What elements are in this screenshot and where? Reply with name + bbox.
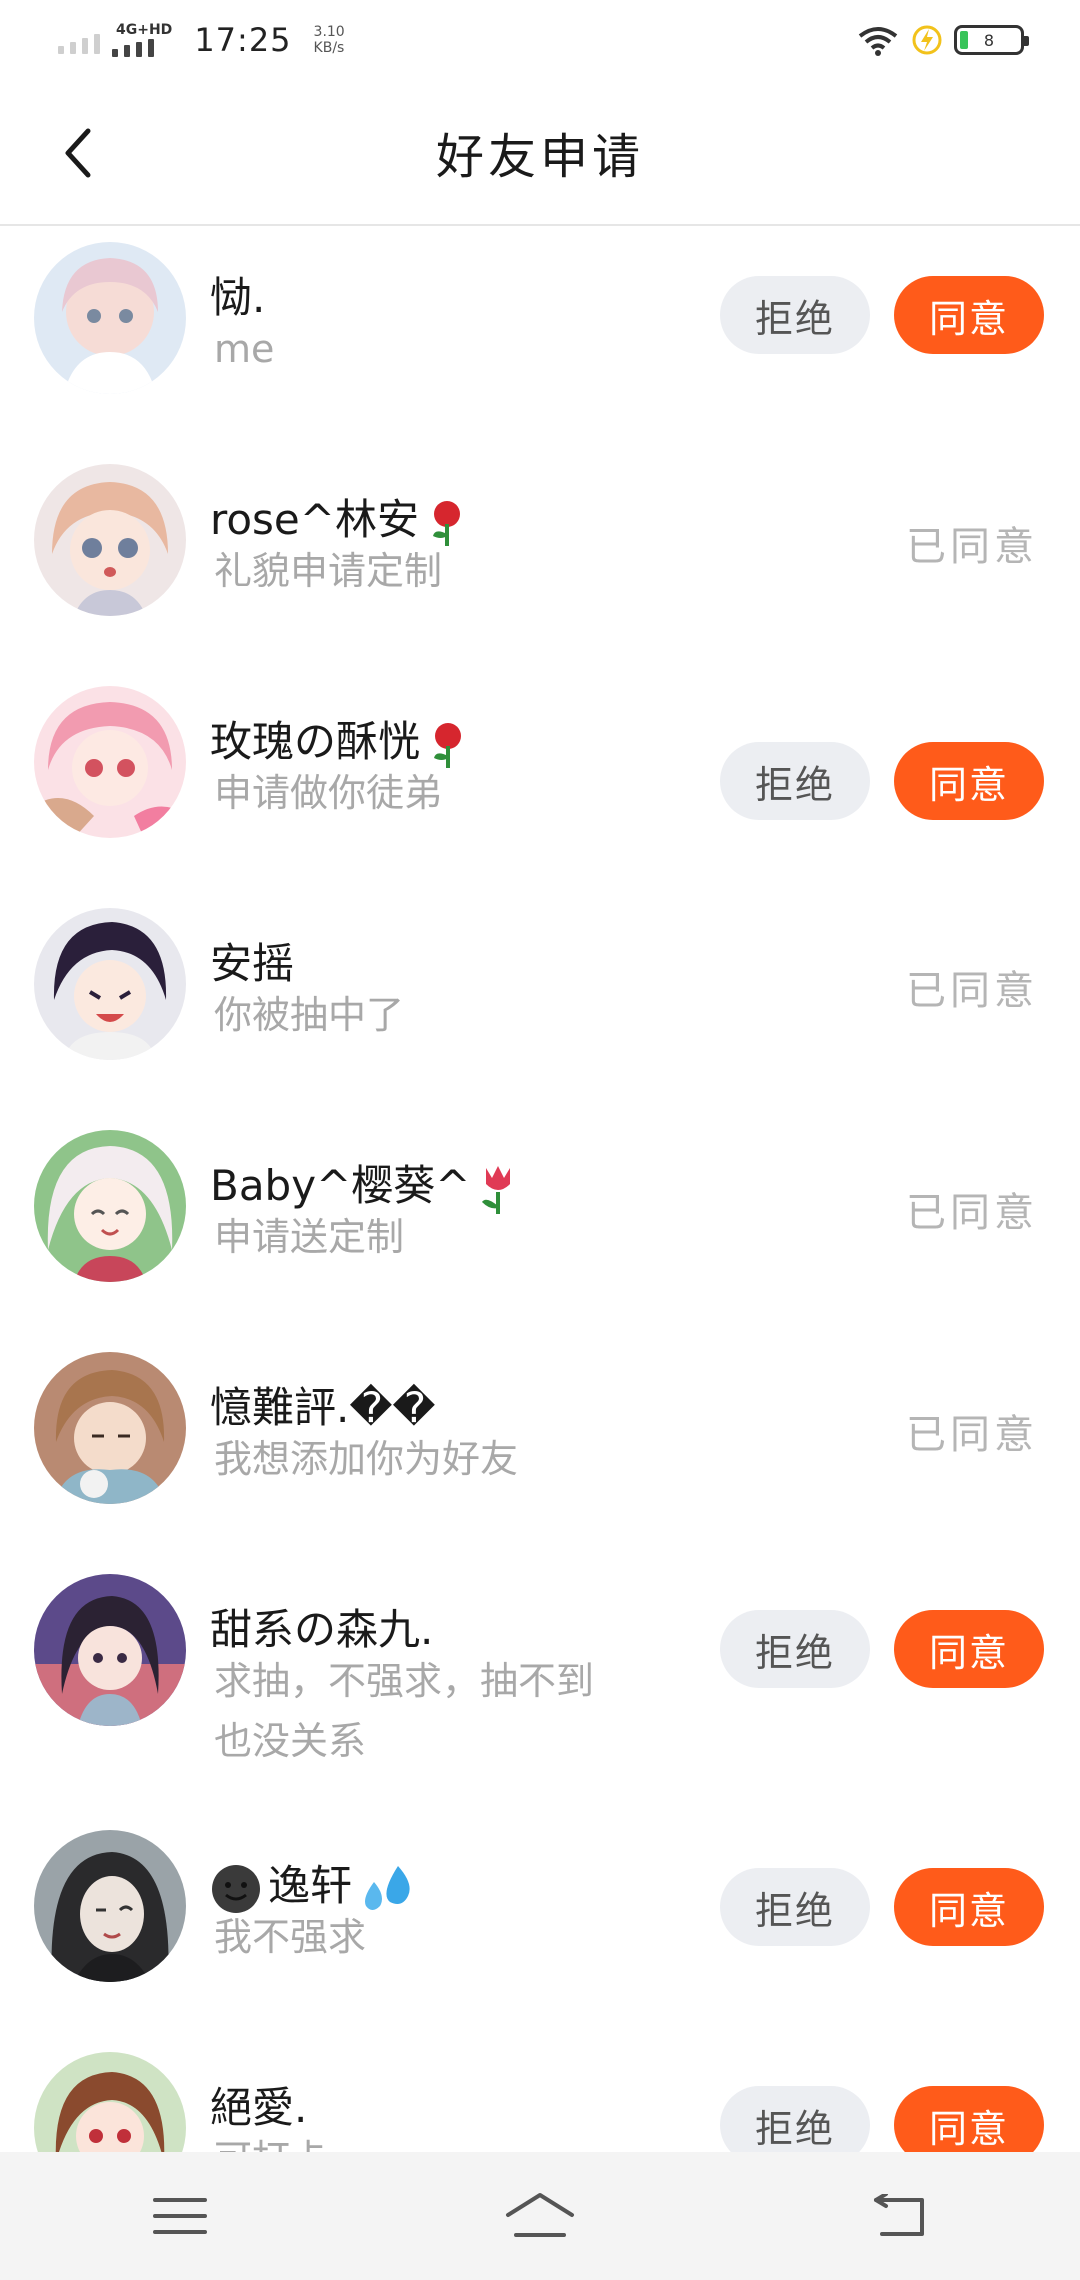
speed-value: 3.10 [313, 24, 345, 40]
home-button[interactable] [495, 2176, 585, 2256]
screen: 4G+HD 17:25 3.10 KB/s 8 好友申请 恸. me 拒绝 同意… [0, 0, 1080, 2280]
requester-name: rose^林安 [210, 486, 469, 548]
page-title: 好友申请 [435, 129, 644, 185]
accepted-status: 已同意 [906, 524, 1038, 570]
avatar[interactable] [34, 1830, 186, 1982]
avatar[interactable] [34, 242, 186, 394]
request-message-line2: 也没关系 [214, 1719, 367, 1763]
list-item: 憶難評.�� 我想添加你为好友 已同意 [0, 1336, 1080, 1558]
reject-button[interactable]: 拒绝 [720, 2086, 870, 2152]
accepted-status: 已同意 [906, 1190, 1038, 1236]
list-item: 安摇 你被抽中了 已同意 [0, 892, 1080, 1114]
reject-button[interactable]: 拒绝 [720, 1610, 870, 1688]
list-item: 玫瑰の酥恍 申请做你徒弟 拒绝 同意 [0, 670, 1080, 892]
request-message: 礼貌申请定制 [214, 549, 443, 593]
request-message: 你被抽中了 [214, 993, 405, 1037]
wifi-icon [858, 27, 898, 56]
network-type: 4G+HD [116, 22, 173, 38]
requester-name: 玫瑰の酥恍 [210, 708, 470, 770]
request-message: 申请送定制 [214, 1215, 405, 1259]
home-icon [506, 2193, 574, 2237]
status-left: 4G+HD 17:25 3.10 KB/s [58, 21, 345, 59]
menu-button[interactable] [135, 2176, 225, 2256]
avatar[interactable] [34, 464, 186, 616]
requester-name: 恸. [210, 273, 266, 322]
requester-name: 絕愛. [210, 2083, 308, 2132]
signal-sim2-icon [112, 39, 154, 57]
avatar[interactable] [34, 1352, 186, 1504]
rose-emoji [434, 722, 462, 768]
requester-name-text: Baby^樱葵^ [210, 1161, 471, 1210]
charging-bolt-icon [912, 25, 942, 55]
status-bar: 4G+HD 17:25 3.10 KB/s 8 [0, 0, 1080, 80]
accept-button[interactable]: 同意 [894, 1610, 1044, 1688]
network-speed: 3.10 KB/s [314, 24, 345, 56]
requester-name: 安摇 [210, 939, 295, 988]
list-item: rose^林安 礼貌申请定制 已同意 [0, 448, 1080, 670]
menu-icon [153, 2198, 207, 2234]
requester-name: 憶難評.�� [210, 1383, 436, 1432]
requester-name-text: 逸轩 [268, 1861, 353, 1910]
accepted-status: 已同意 [906, 968, 1038, 1014]
status-right: 8 [856, 24, 1029, 56]
rose-emoji [432, 500, 460, 546]
avatar[interactable] [34, 686, 186, 838]
network-indicator: 4G+HD [112, 23, 174, 57]
requester-name: 甜系の森九. [210, 1605, 434, 1654]
reject-button[interactable]: 拒绝 [720, 742, 870, 820]
request-message: 我想添加你为好友 [214, 1437, 519, 1481]
accept-button[interactable]: 同意 [894, 276, 1044, 354]
avatar[interactable] [34, 1574, 186, 1726]
reject-button[interactable]: 拒绝 [720, 276, 870, 354]
list-item: 甜系の森九. 求抽，不强求，抽不到 也没关系 拒绝 同意 [0, 1558, 1080, 1814]
accept-button[interactable]: 同意 [894, 742, 1044, 820]
return-icon [874, 2194, 924, 2236]
accepted-status: 已同意 [906, 1412, 1038, 1458]
reject-button[interactable]: 拒绝 [720, 1868, 870, 1946]
accept-button[interactable]: 同意 [894, 1868, 1044, 1946]
list-item: 絕愛. 可打卡 拒绝 同意 [0, 2036, 1080, 2152]
request-message: 求抽，不强求，抽不到 [214, 1659, 595, 1703]
requester-name: Baby^樱葵^ [210, 1152, 520, 1216]
avatar[interactable] [34, 2052, 186, 2152]
speed-unit: KB/s [313, 40, 345, 56]
chevron-left-icon [65, 128, 91, 178]
request-message: 可打卡 [214, 2130, 328, 2152]
tulip-emoji [482, 1165, 511, 1214]
accept-button[interactable]: 同意 [894, 2086, 1044, 2152]
battery-icon: 8 [954, 25, 1029, 55]
requester-name-text: rose^林安 [210, 495, 419, 544]
clock: 17:25 [194, 21, 292, 59]
return-button[interactable] [855, 2176, 945, 2256]
system-navigation-bar [0, 2152, 1080, 2280]
battery-level: 8 [983, 30, 995, 50]
request-message: 申请做你徒弟 [214, 771, 443, 815]
header: 好友申请 [0, 80, 1080, 226]
list-item: 逸轩 我不强求 拒绝 同意 [0, 1814, 1080, 2036]
signal-sim1-icon [58, 26, 100, 54]
battery-level-fill [960, 31, 968, 49]
request-message: 我不强求 [214, 1915, 367, 1959]
avatar[interactable] [34, 908, 186, 1060]
request-message: me [214, 327, 275, 371]
list-item: 恸. me 拒绝 同意 [0, 226, 1080, 448]
droplets-emoji [365, 1865, 410, 1910]
avatar[interactable] [34, 1130, 186, 1282]
requester-name-text: 玫瑰の酥恍 [210, 717, 421, 766]
back-button[interactable] [50, 125, 106, 181]
list-item: Baby^樱葵^ 申请送定制 已同意 [0, 1114, 1080, 1336]
dark-smiley-emoji [212, 1864, 260, 1913]
requester-name: 逸轩 [210, 1852, 418, 1916]
